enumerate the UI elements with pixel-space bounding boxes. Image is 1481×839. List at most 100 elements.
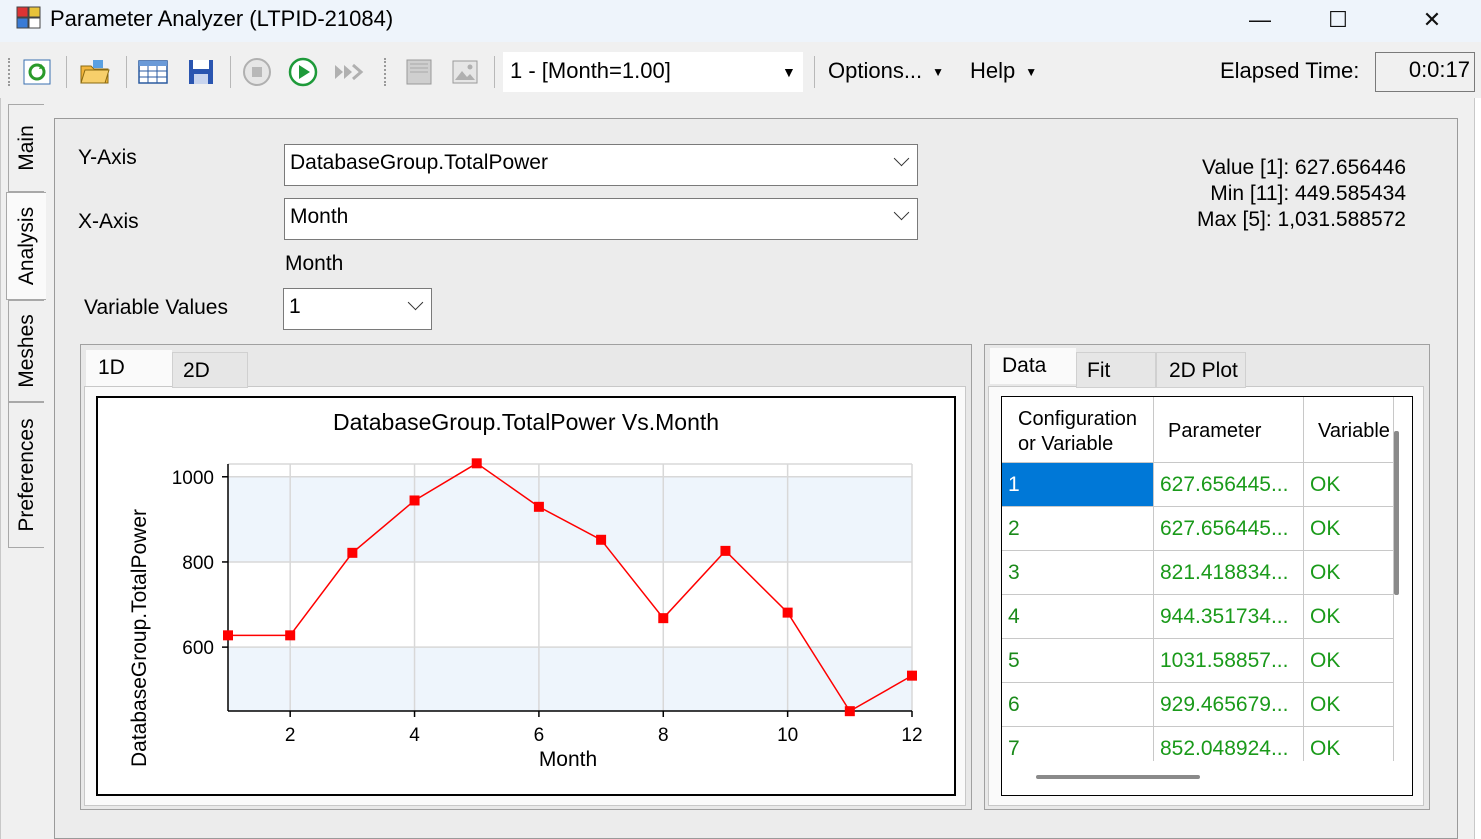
table-cell[interactable]: 929.465679... — [1154, 683, 1304, 727]
chevron-down-icon — [407, 294, 424, 311]
x-axis-value: Month — [290, 205, 349, 228]
data-point — [658, 613, 669, 624]
tab-1d[interactable]: 1D — [86, 350, 172, 386]
window-title: Parameter Analyzer (LTPID-21084) — [50, 6, 394, 31]
min-stat: Min [11]: 449.585434 — [1210, 182, 1406, 205]
toolbar-separator — [66, 56, 67, 88]
variable-values-combo[interactable]: 1 — [283, 288, 432, 330]
snapshot-icon[interactable] — [402, 56, 436, 88]
column-header[interactable]: Variable — [1304, 397, 1394, 463]
minimize-button[interactable]: — — [1218, 0, 1302, 40]
table-cell[interactable]: 627.656445... — [1154, 463, 1304, 507]
toolbar-separator — [494, 56, 495, 88]
data-point — [782, 607, 793, 618]
refresh-icon[interactable] — [20, 56, 54, 88]
vertical-scrollbar[interactable] — [1394, 431, 1399, 595]
tab-analysis[interactable]: Analysis — [6, 192, 46, 300]
open-folder-icon[interactable] — [78, 56, 112, 88]
tab-analysis-label: Analysis — [14, 206, 38, 286]
maximize-button[interactable]: ☐ — [1296, 0, 1380, 40]
chart-title: DatabaseGroup.TotalPower Vs.Month — [333, 409, 719, 435]
fast-forward-icon[interactable] — [332, 56, 366, 88]
toolbar-grip[interactable] — [384, 58, 389, 86]
x-axis-title: Month — [539, 748, 597, 771]
dropdown-arrow-icon[interactable]: ▼ — [782, 64, 796, 80]
data-point — [223, 630, 233, 641]
table-cell[interactable]: 4 — [1002, 595, 1154, 639]
tab-data[interactable]: Data — [990, 348, 1076, 384]
options-menu[interactable]: Options... ▼ — [828, 58, 944, 84]
tab-main[interactable]: Main — [8, 104, 44, 192]
plot-band — [228, 647, 912, 711]
elapsed-time-label: Elapsed Time: — [1220, 58, 1360, 83]
plot-band — [228, 464, 912, 477]
table-cell[interactable]: OK — [1304, 639, 1394, 683]
y-axis-label: Y-Axis — [78, 146, 137, 169]
tab-meshes-label: Meshes — [14, 314, 38, 388]
tab-2d-plot[interactable]: 2D Plot — [1156, 352, 1246, 388]
table-cell[interactable]: 1031.58857... — [1154, 639, 1304, 683]
data-table[interactable]: Configuration or Variable Parameter Variab… — [1001, 396, 1413, 796]
table-cell[interactable]: OK — [1304, 507, 1394, 551]
value-stat: Value [1]: 627.656446 — [1202, 156, 1406, 179]
image-icon[interactable] — [448, 56, 482, 88]
save-icon[interactable] — [184, 56, 218, 88]
table-icon[interactable] — [136, 56, 170, 88]
table-cell[interactable]: OK — [1304, 551, 1394, 595]
tab-2d[interactable]: 2D — [172, 352, 248, 388]
help-menu-label: Help — [970, 58, 1016, 83]
tab-preferences[interactable]: Preferences — [8, 402, 44, 548]
data-point — [533, 501, 544, 512]
data-point — [844, 706, 855, 717]
run-selector-value: 1 - [Month=1.00] — [510, 58, 671, 83]
table-cell[interactable]: 627.656445... — [1154, 507, 1304, 551]
variable-name: Month — [285, 252, 344, 275]
tab-fit[interactable]: Fit — [1076, 352, 1156, 388]
toolbar-separator — [814, 56, 815, 88]
tab-main-label: Main — [14, 125, 38, 171]
elapsed-time-value: 0:0:17 — [1375, 52, 1475, 92]
app-icon — [16, 6, 41, 29]
table-cell[interactable]: 1 — [1002, 463, 1154, 507]
data-point — [347, 547, 358, 558]
stop-icon[interactable] — [240, 56, 274, 88]
table-cell[interactable]: 821.418834... — [1154, 551, 1304, 595]
max-stat: Max [5]: 1,031.588572 — [1197, 208, 1406, 231]
table-cell[interactable]: OK — [1304, 683, 1394, 727]
y-axis-value: DatabaseGroup.TotalPower — [290, 151, 548, 174]
x-tick-label: 10 — [777, 725, 798, 746]
y-axis-combo[interactable]: DatabaseGroup.TotalPower — [284, 144, 918, 186]
column-header[interactable]: Parameter — [1154, 397, 1304, 463]
data-point — [907, 670, 917, 681]
table-cell[interactable]: 3 — [1002, 551, 1154, 595]
column-header[interactable]: Configuration or Variable — [1002, 397, 1154, 463]
x-tick-label: 2 — [285, 725, 296, 746]
data-point — [720, 545, 731, 556]
data-point — [409, 495, 420, 506]
y-tick-label: 1000 — [172, 468, 214, 489]
tab-meshes[interactable]: Meshes — [8, 300, 44, 402]
x-tick-label: 12 — [901, 725, 922, 746]
x-axis-label: X-Axis — [78, 210, 139, 233]
help-menu[interactable]: Help ▼ — [970, 58, 1037, 84]
toolbar-separator — [126, 56, 127, 88]
play-icon[interactable] — [286, 56, 320, 88]
y-tick-label: 800 — [182, 553, 214, 574]
right-edge — [1474, 98, 1481, 839]
table-cell[interactable]: 6 — [1002, 683, 1154, 727]
chevron-down-icon — [893, 204, 910, 221]
variable-values-label: Variable Values — [84, 296, 228, 319]
table-cell[interactable]: OK — [1304, 463, 1394, 507]
close-button[interactable]: ✕ — [1390, 0, 1474, 40]
table-cell[interactable]: OK — [1304, 595, 1394, 639]
table-cell[interactable]: 944.351734... — [1154, 595, 1304, 639]
y-tick-label: 600 — [182, 638, 214, 659]
x-axis-combo[interactable]: Month — [284, 198, 918, 240]
variable-values-value: 1 — [289, 295, 301, 318]
toolbar-grip[interactable] — [8, 58, 13, 86]
table-cell[interactable]: 5 — [1002, 639, 1154, 683]
chart-area: DatabaseGroup.TotalPower Vs.Month Month … — [96, 396, 956, 796]
plot-band — [228, 561, 912, 648]
horizontal-scrollbar[interactable] — [1036, 775, 1200, 779]
table-cell[interactable]: 2 — [1002, 507, 1154, 551]
